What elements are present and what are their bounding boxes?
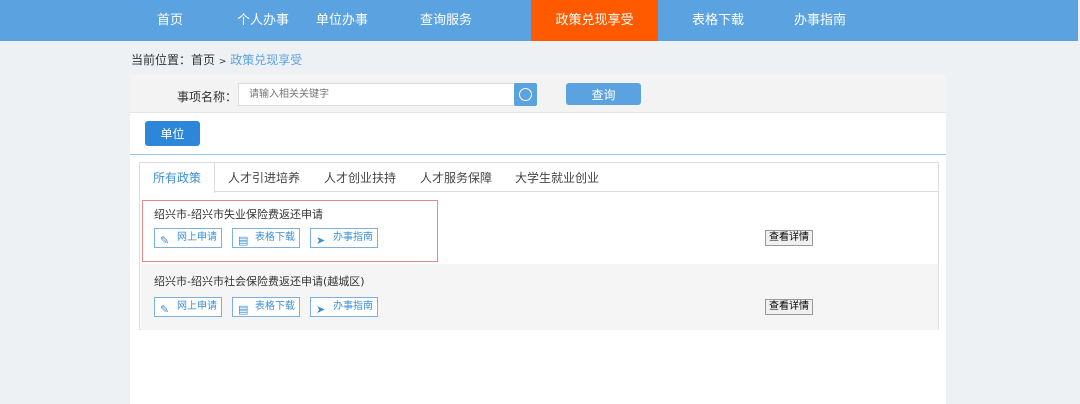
tab-talent-service[interactable]: 人才服务保障 (420, 163, 492, 193)
guide-label: 办事指南 (333, 301, 373, 312)
query-button[interactable]: 查询 (566, 83, 641, 105)
nav-home[interactable]: 首页 (120, 0, 220, 41)
tab-all[interactable]: 所有政策 (140, 163, 216, 193)
guide-button[interactable]: ➤ 办事指南 (310, 228, 378, 248)
apply-label: 网上申请 (177, 232, 217, 243)
download-label: 表格下载 (255, 301, 295, 312)
breadcrumb-current: 政策兑现享受 (230, 53, 303, 67)
search-icon-button[interactable] (514, 83, 537, 106)
search-input[interactable] (238, 83, 515, 106)
navigation-arrow-icon: ➤ (316, 303, 326, 316)
search-bar: 事项名称： 查询 (130, 74, 946, 113)
tab-talent-startup[interactable]: 人才创业扶持 (324, 163, 396, 193)
apply-online-button[interactable]: ✎ 网上申请 (154, 297, 222, 317)
item-title[interactable]: 绍兴市-绍兴市社会保险费返还申请(越城区) (154, 273, 365, 289)
nav-forms[interactable]: 表格下载 (668, 0, 768, 41)
item-title[interactable]: 绍兴市-绍兴市失业保险费返还申请 (154, 206, 323, 222)
tab-graduate[interactable]: 大学生就业创业 (515, 163, 599, 193)
nav-policy[interactable]: 政策兑现享受 (531, 0, 658, 41)
form-download-button[interactable]: ▤ 表格下载 (232, 297, 300, 317)
document-icon: ▤ (238, 234, 249, 247)
apply-online-button[interactable]: ✎ 网上申请 (154, 228, 222, 248)
guide-label: 办事指南 (333, 232, 373, 243)
edit-icon: ✎ (160, 234, 170, 247)
list-item: 绍兴市-绍兴市社会保险费返还申请(越城区) ✎ 网上申请 ▤ 表格下载 ➤ 办事指南 … (141, 264, 938, 330)
view-details-button[interactable]: 查看详情 (765, 299, 813, 315)
edit-icon: ✎ (160, 303, 170, 316)
breadcrumb-prefix: 当前位置： (131, 53, 192, 67)
search-icon (519, 88, 532, 101)
nav-guide[interactable]: 办事指南 (770, 0, 870, 41)
nav-query[interactable]: 查询服务 (396, 0, 496, 41)
nav-unit[interactable]: 单位办事 (292, 0, 392, 41)
view-details-button[interactable]: 查看详情 (765, 230, 813, 246)
divider (130, 154, 946, 155)
breadcrumb-home[interactable]: 首页 (191, 53, 215, 67)
top-nav: 首页 个人办事 单位办事 查询服务 政策兑现享受 表格下载 办事指南 (0, 0, 1078, 41)
guide-button[interactable]: ➤ 办事指南 (310, 297, 378, 317)
search-label: 事项名称： (177, 90, 238, 104)
navigation-arrow-icon: ➤ (316, 234, 326, 247)
document-icon: ▤ (238, 303, 249, 316)
unit-button[interactable]: 单位 (145, 121, 200, 146)
breadcrumb-separator: > (218, 57, 227, 67)
policy-list: 所有政策 人才引进培养 人才创业扶持 人才服务保障 大学生就业创业 绍兴市-绍兴… (139, 162, 939, 330)
list-item: 绍兴市-绍兴市失业保险费返还申请 ✎ 网上申请 ▤ 表格下载 ➤ 办事指南 查看详情 (141, 200, 938, 262)
tab-bar: 所有政策 人才引进培养 人才创业扶持 人才服务保障 大学生就业创业 (140, 163, 938, 193)
breadcrumb: 当前位置：首页 > 政策兑现享受 (131, 51, 302, 68)
form-download-button[interactable]: ▤ 表格下载 (232, 228, 300, 248)
tab-talent-intro[interactable]: 人才引进培养 (228, 163, 300, 193)
apply-label: 网上申请 (177, 301, 217, 312)
main-panel: 事项名称： 查询 单位 所有政策 人才引进培养 人才创业扶持 人才服务保障 大学… (130, 74, 946, 404)
download-label: 表格下载 (255, 232, 295, 243)
